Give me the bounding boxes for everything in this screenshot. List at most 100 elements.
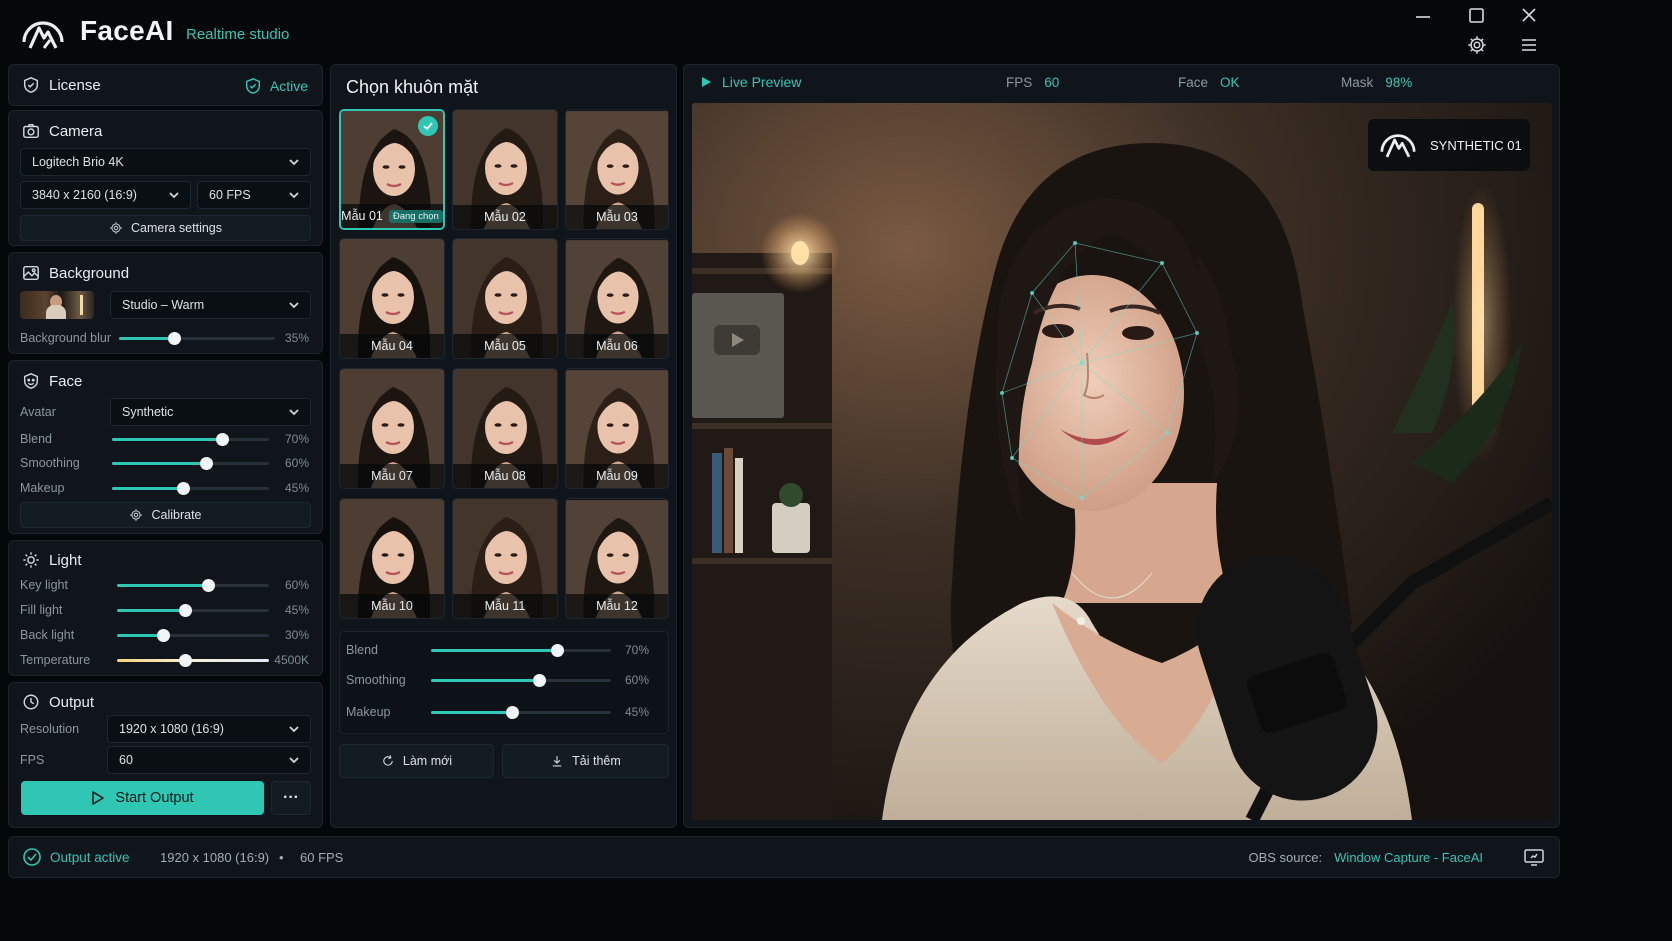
camera-device-select[interactable]: Logitech Brio 4K — [20, 148, 311, 176]
face-blend-slider[interactable] — [112, 433, 269, 446]
face-thumbnail-label: Mẫu 06 — [596, 339, 638, 353]
face-smoothing-slider[interactable] — [112, 457, 269, 470]
face-thumbnail-label: Mẫu 12 — [596, 599, 638, 613]
face-thumbnail[interactable]: Mẫu 04 — [339, 238, 445, 359]
chevron-down-icon — [169, 190, 179, 200]
license-panel: License Active — [8, 64, 323, 106]
slider-knob[interactable] — [156, 629, 170, 642]
picker-smoothing-slider[interactable] — [431, 674, 611, 687]
light-title: Light — [22, 551, 82, 569]
chevron-down-icon — [289, 300, 299, 310]
face-thumbnail[interactable]: Mẫu 08 — [452, 368, 558, 489]
background-thumbnail[interactable] — [20, 291, 94, 319]
license-status: Active — [244, 77, 308, 95]
selected-badge: Đang chọn — [388, 209, 443, 223]
slider-knob[interactable] — [202, 579, 216, 592]
maximize-button[interactable] — [1466, 6, 1488, 26]
logo-icon — [22, 21, 64, 49]
image-icon — [23, 265, 39, 281]
slider-fill — [112, 438, 222, 441]
slider-knob[interactable] — [215, 433, 229, 446]
face-thumbnail[interactable]: Mẫu 06 — [565, 238, 669, 359]
face-thumbnail[interactable]: Mẫu 07 — [339, 368, 445, 489]
camera-resolution-select[interactable]: 3840 x 2160 (16:9) — [20, 181, 191, 209]
face-thumbnail[interactable]: Mẫu 03 — [565, 109, 669, 230]
output-resolution-select[interactable]: 1920 x 1080 (16:9) — [107, 715, 311, 743]
face-thumbnail-caption: Mẫu 04 — [340, 334, 444, 358]
gear-icon — [110, 222, 122, 234]
camera-fps-select[interactable]: 60 FPS — [197, 181, 311, 209]
face-blend-value: 70% — [284, 432, 309, 446]
close-button[interactable] — [1518, 6, 1540, 26]
avatar-badge: SYNTHETIC 01 — [1368, 119, 1530, 171]
slider-knob[interactable] — [533, 674, 546, 687]
face-thumbnail-label: Mẫu 03 — [596, 210, 638, 224]
refresh-button[interactable]: Làm mới — [339, 744, 494, 778]
temperature-label: Temperature — [20, 653, 91, 667]
key-light-label: Key light — [20, 578, 68, 592]
face-thumbnail[interactable]: Mẫu 09 — [565, 368, 669, 489]
key-light-slider[interactable] — [117, 579, 269, 592]
more-options-button[interactable]: ··· — [271, 781, 311, 815]
download-icon — [552, 756, 562, 767]
key-light-value: 60% — [284, 578, 309, 592]
gear-icon — [130, 509, 143, 521]
slider-knob[interactable] — [506, 706, 519, 719]
minimize-button[interactable] — [1412, 8, 1434, 26]
picker-blend-slider[interactable] — [431, 644, 611, 657]
picker-makeup-slider[interactable] — [431, 706, 611, 719]
preview-scene — [692, 103, 1552, 820]
license-title: License — [22, 76, 101, 94]
back-light-slider[interactable] — [117, 629, 269, 642]
fill-light-slider[interactable] — [117, 604, 269, 617]
slider-knob[interactable] — [179, 654, 193, 667]
picker-makeup-value: 45% — [624, 705, 649, 719]
face-thumbnail-label: Mẫu 10 — [371, 599, 413, 613]
slider-knob[interactable] — [176, 482, 190, 495]
live-preview-label: Live Preview — [700, 74, 801, 90]
light-panel: Light Key light 60% Fill light 45% Back … — [8, 540, 323, 676]
avatar-select[interactable]: Synthetic — [110, 398, 311, 426]
screen-share-button[interactable] — [1523, 847, 1545, 867]
slider-knob[interactable] — [167, 332, 181, 345]
face-title-text: Face — [49, 372, 83, 390]
fps-stat-label: FPS — [1006, 75, 1033, 90]
download-more-button[interactable]: Tải thêm — [502, 744, 669, 778]
output-fps-select[interactable]: 60 — [107, 746, 311, 774]
face-thumbnail[interactable]: Mẫu 02 — [452, 109, 558, 230]
slider-knob[interactable] — [179, 604, 193, 617]
background-blur-slider[interactable] — [119, 332, 275, 345]
face-thumbnail[interactable]: Mẫu 10 — [339, 498, 445, 619]
status-resolution: 1920 x 1080 (16:9) — [160, 850, 270, 865]
background-blur-label: Background blur — [20, 331, 112, 345]
face-makeup-value: 45% — [284, 481, 309, 495]
face-thumbnail[interactable]: Mẫu 12 — [565, 498, 669, 619]
slider-knob[interactable] — [551, 644, 564, 657]
slider-fill — [112, 462, 207, 465]
face-thumbnail-caption: Mẫu 11 — [453, 594, 557, 618]
temperature-slider[interactable] — [117, 654, 269, 667]
face-thumbnail-label: Mẫu 11 — [484, 599, 526, 613]
face-thumbnail-selected[interactable]: Mẫu 01 Đang chọn — [339, 109, 445, 230]
start-output-button[interactable]: Start Output — [21, 781, 264, 815]
settings-button[interactable] — [1466, 34, 1488, 56]
app-subtitle: Realtime studio — [186, 26, 290, 43]
camera-settings-button[interactable]: Camera settings — [20, 215, 311, 241]
download-label: Tải thêm — [572, 754, 621, 768]
calibrate-button[interactable]: Calibrate — [20, 502, 311, 528]
output-resolution-label: Resolution — [20, 722, 80, 736]
face-thumbnail[interactable]: Mẫu 11 — [452, 498, 558, 619]
calibrate-label: Calibrate — [151, 508, 202, 522]
camera-fps-value: 60 FPS — [209, 188, 251, 202]
face-thumbnail[interactable]: Mẫu 05 — [452, 238, 558, 359]
face-makeup-slider[interactable] — [112, 482, 269, 495]
logo-icon — [1380, 134, 1416, 158]
back-light-label: Back light — [20, 628, 75, 642]
background-preset-select[interactable]: Studio – Warm — [110, 291, 311, 319]
avatar-badge-text: SYNTHETIC 01 — [1430, 137, 1522, 153]
output-title-text: Output — [49, 693, 95, 711]
menu-button[interactable] — [1518, 34, 1540, 56]
slider-knob[interactable] — [200, 457, 214, 470]
background-title: Background — [22, 264, 129, 282]
chevron-down-icon — [289, 407, 299, 417]
